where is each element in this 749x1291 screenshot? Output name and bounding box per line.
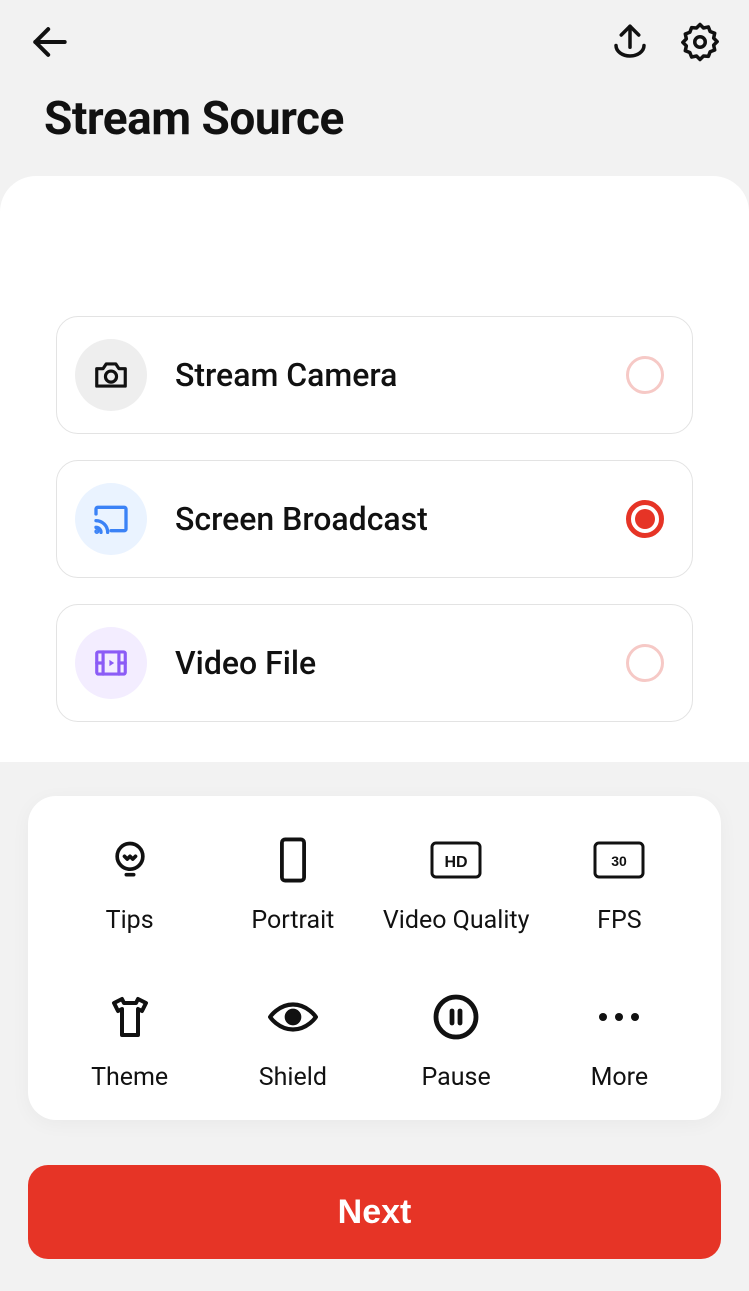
camera-icon-wrap (75, 339, 147, 411)
arrow-left-icon (28, 20, 72, 64)
option-label: Stream Camera (175, 356, 626, 394)
cast-icon (91, 499, 131, 539)
source-options-card: Stream Camera Screen Broadcast Video Fil… (0, 176, 749, 762)
radio-unselected (626, 644, 664, 682)
setting-pause[interactable]: Pause (376, 991, 536, 1092)
radio-selected (626, 500, 664, 538)
setting-fps[interactable]: 30 FPS (539, 834, 699, 935)
setting-label: Video Quality (383, 906, 530, 935)
setting-label: More (591, 1063, 649, 1092)
setting-label: Portrait (251, 906, 334, 935)
next-button[interactable]: Next (28, 1165, 721, 1259)
portrait-icon (274, 836, 312, 884)
option-label: Screen Broadcast (175, 500, 626, 538)
film-icon-wrap (75, 627, 147, 699)
setting-more[interactable]: More (539, 991, 699, 1092)
setting-portrait[interactable]: Portrait (213, 834, 373, 935)
setting-theme[interactable]: Theme (50, 991, 210, 1092)
tshirt-icon (106, 995, 154, 1039)
more-icon (597, 1011, 641, 1023)
upload-icon (609, 21, 651, 63)
setting-video-quality[interactable]: HD Video Quality (376, 834, 536, 935)
setting-label: Theme (91, 1063, 168, 1092)
gear-icon (679, 21, 721, 63)
lightbulb-icon (108, 838, 152, 882)
eye-icon (268, 999, 318, 1035)
cast-icon-wrap (75, 483, 147, 555)
settings-button[interactable] (679, 21, 721, 63)
setting-shield[interactable]: Shield (213, 991, 373, 1092)
setting-label: FPS (597, 906, 641, 935)
fps-icon: 30 (593, 841, 645, 879)
hd-icon: HD (430, 841, 482, 879)
setting-label: Pause (422, 1063, 491, 1092)
svg-text:30: 30 (612, 853, 628, 869)
option-label: Video File (175, 644, 626, 682)
film-icon (92, 644, 130, 682)
svg-text:HD: HD (445, 854, 468, 871)
option-video-file[interactable]: Video File (56, 604, 693, 722)
option-stream-camera[interactable]: Stream Camera (56, 316, 693, 434)
setting-label: Tips (106, 906, 154, 935)
page-title: Stream Source (0, 64, 749, 176)
option-screen-broadcast[interactable]: Screen Broadcast (56, 460, 693, 578)
radio-unselected (626, 356, 664, 394)
camera-icon (92, 356, 130, 394)
setting-label: Shield (259, 1063, 327, 1092)
back-button[interactable] (28, 20, 72, 64)
share-button[interactable] (609, 21, 651, 63)
pause-icon (432, 993, 480, 1041)
settings-panel: Tips Portrait HD Video Quality 30 FPS Th… (28, 796, 721, 1120)
setting-tips[interactable]: Tips (50, 834, 210, 935)
